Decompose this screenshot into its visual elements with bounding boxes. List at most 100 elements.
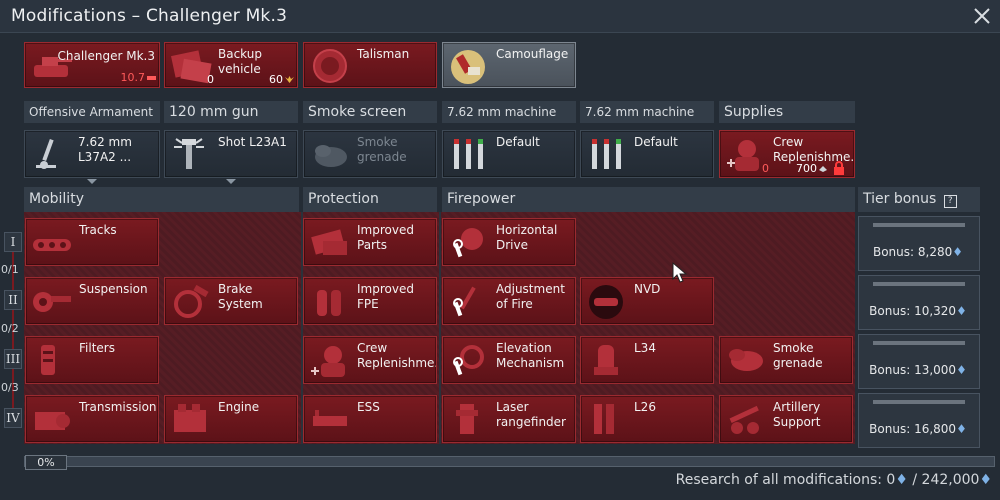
section-firepower: Firepower xyxy=(442,187,855,212)
help-icon[interactable]: ? xyxy=(943,195,957,208)
header-mg-1: 7.62 mm machine gun xyxy=(442,101,576,141)
section-tier-bonus: Tier bonus ? xyxy=(858,187,980,212)
mod-transmission[interactable]: Transmission xyxy=(25,395,159,443)
camouflage-card[interactable]: Camouflage xyxy=(442,42,576,88)
mod-brake-system[interactable]: Brake System xyxy=(164,277,298,325)
filter-icon xyxy=(41,345,55,375)
research-current: 0 xyxy=(886,472,896,488)
header-smoke-screen: Smoke screen xyxy=(303,101,437,123)
mod-filters[interactable]: Filters xyxy=(25,336,159,384)
mod-crew-replenishment[interactable]: Crew Replenishme... xyxy=(303,336,437,384)
tier-bonus-4: Bonus: 16,800♦ xyxy=(858,393,980,448)
mod-improved-parts[interactable]: Improved Parts xyxy=(303,218,437,266)
mod-ess-label: ESS xyxy=(357,400,380,414)
mod-elevation-mechanism[interactable]: Elevation Mechanism xyxy=(442,336,576,384)
talisman-card[interactable]: Talisman xyxy=(303,42,437,88)
tier-bonus-1: Bonus: 8,280♦ xyxy=(858,216,980,271)
mod-nvd-label: NVD xyxy=(634,282,661,296)
mod-tracks[interactable]: Tracks xyxy=(25,218,159,266)
weapon-label-smoke: Smoke grenade xyxy=(357,135,407,164)
ammo-belt-icon xyxy=(454,139,483,169)
mod-filters-label: Filters xyxy=(79,341,115,355)
mod-l26-label: L26 xyxy=(634,400,656,414)
research-progress-bar: 0% xyxy=(24,455,995,470)
talisman-icon xyxy=(313,49,347,83)
chevron-down-icon[interactable] xyxy=(87,179,97,184)
crew-icon xyxy=(311,346,345,377)
mod-laser-rangefinder[interactable]: Laser rangefinder xyxy=(442,395,576,443)
smoke-grenade-icon xyxy=(315,145,347,167)
tier-bonus-label: Tier bonus xyxy=(863,191,937,207)
mod-nvd[interactable]: NVD xyxy=(580,277,714,325)
mod-engine-label: Engine xyxy=(218,400,260,414)
mod-smoke-grenade-label: Smoke grenade xyxy=(773,341,823,370)
tier-label-1: I xyxy=(4,232,22,252)
mod-smoke-grenade[interactable]: Smoke grenade xyxy=(719,336,853,384)
suspension-icon xyxy=(33,292,71,312)
mod-laser-rangefinder-label: Laser rangefinder xyxy=(496,400,566,429)
research-label: Research of all modifications: xyxy=(675,472,882,488)
rangefinder-icon xyxy=(456,404,478,434)
mod-improved-fpe-label: Improved FPE xyxy=(357,282,414,311)
weapon-card-120mm[interactable]: Shot L23A1 xyxy=(164,130,298,178)
transmission-icon xyxy=(35,412,70,430)
elevation-icon xyxy=(453,345,484,376)
mod-brake-system-label: Brake System xyxy=(218,282,263,311)
mod-horizontal-drive[interactable]: Horizontal Drive xyxy=(442,218,576,266)
backup-vehicle-cost: 60 xyxy=(269,73,283,86)
fire-extinguisher-icon xyxy=(317,290,341,316)
divider xyxy=(439,212,441,444)
mod-improved-fpe[interactable]: Improved FPE xyxy=(303,277,437,325)
parts-icon xyxy=(311,229,347,255)
mod-l34-label: L34 xyxy=(634,341,656,355)
backup-vehicle-count: 0 xyxy=(207,73,214,86)
mod-l26[interactable]: L26 xyxy=(580,395,714,443)
mod-transmission-label: Transmission xyxy=(79,400,157,414)
backup-vehicle-card[interactable]: Backup vehicle 0 60 xyxy=(164,42,298,88)
weapon-card-mg-1[interactable]: Default xyxy=(442,130,576,178)
header-supplies: Supplies xyxy=(719,101,855,123)
tier-bonus-bar xyxy=(873,400,965,404)
artillery-icon xyxy=(729,405,759,434)
tier-bonus-text: Bonus: 16,800 xyxy=(869,422,957,436)
tier-label-3: III xyxy=(4,349,22,369)
mod-suspension[interactable]: Suspension xyxy=(25,277,159,325)
mod-engine[interactable]: Engine xyxy=(164,395,298,443)
title-bar: Modifications – Challenger Mk.3 xyxy=(0,0,1000,33)
l26-shell-icon xyxy=(594,404,614,434)
close-icon[interactable] xyxy=(970,4,994,28)
tier-bonus-bar xyxy=(873,223,965,227)
chevron-down-icon[interactable] xyxy=(226,179,236,184)
mod-adjustment-of-fire-label: Adjustment of Fire xyxy=(496,282,565,311)
smoke-grenade-icon xyxy=(729,349,763,371)
tracks-icon xyxy=(33,239,71,251)
mod-improved-parts-label: Improved Parts xyxy=(357,223,414,252)
mod-crew-replenishment-label: Crew Replenishme... xyxy=(357,341,437,370)
eagle-icon xyxy=(285,76,294,83)
window-title: Modifications – Challenger Mk.3 xyxy=(11,6,288,26)
weapon-label-120mm: Shot L23A1 xyxy=(218,135,287,149)
weapon-card-smoke[interactable]: Smoke grenade xyxy=(303,130,437,178)
weapon-card-offensive[interactable]: 7.62 mm L37A2 ... xyxy=(24,130,160,178)
supplies-count: 0 xyxy=(762,162,769,175)
l34-shell-icon xyxy=(594,345,618,375)
weapon-card-mg-2[interactable]: Default xyxy=(580,130,714,178)
camouflage-icon xyxy=(451,50,485,84)
battle-rating: 10.7 xyxy=(120,71,146,84)
mod-ess[interactable]: ESS xyxy=(303,395,437,443)
weapon-label-offensive: 7.62 mm L37A2 ... xyxy=(78,135,132,164)
research-gem-icon: ♦ xyxy=(956,304,967,318)
tier-bonus-3: Bonus: 13,000♦ xyxy=(858,334,980,389)
weapon-label-mg-2: Default xyxy=(634,135,678,149)
header-120mm-gun: 120 mm gun xyxy=(164,101,298,123)
supplies-card[interactable]: Crew Replenishme... 0 700 xyxy=(719,130,855,178)
vehicle-card[interactable]: Challenger Mk.3 10.7 xyxy=(24,42,160,88)
tier-count-2: 0/2 xyxy=(1,322,19,335)
mod-artillery-support[interactable]: Artillery Support xyxy=(719,395,853,443)
header-mg-2: 7.62 mm machine gun xyxy=(580,101,714,141)
tier-bonus-bar xyxy=(873,282,965,286)
lock-icon xyxy=(834,161,844,175)
tier-bonus-bar xyxy=(873,341,965,345)
mod-adjustment-of-fire[interactable]: Adjustment of Fire xyxy=(442,277,576,325)
mod-l34[interactable]: L34 xyxy=(580,336,714,384)
